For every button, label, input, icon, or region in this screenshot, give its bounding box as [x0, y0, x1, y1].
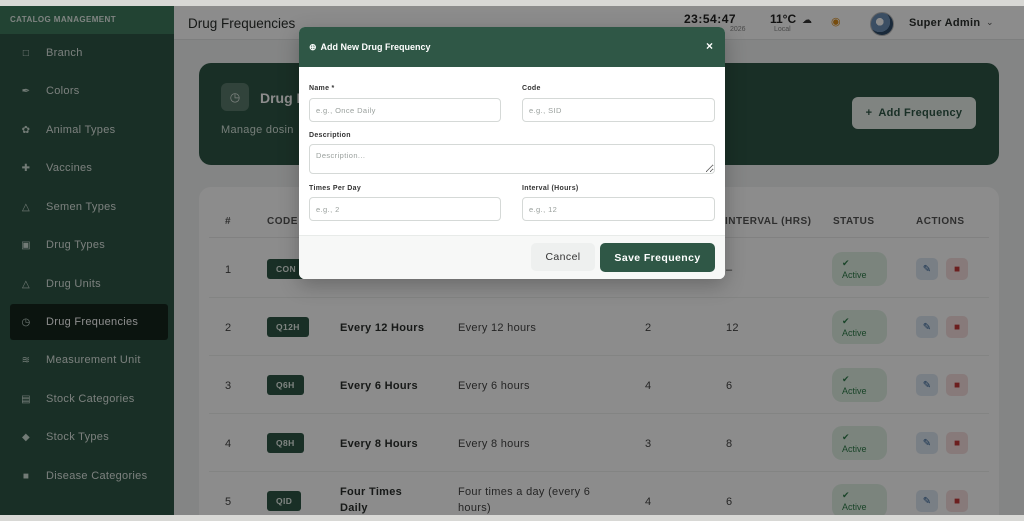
interval-hours-field[interactable]: [522, 197, 715, 221]
app-window: CATALOG MANAGEMENT □ Branch ✒ Colors ✿ A…: [0, 6, 1024, 515]
name-field[interactable]: [309, 98, 501, 122]
modal-header: ⊕ Add New Drug Frequency ×: [299, 27, 725, 67]
code-field[interactable]: [522, 98, 715, 122]
interval-hours-label: Interval (Hours): [522, 185, 579, 192]
description-label: Description: [309, 132, 351, 139]
modal-title: Add New Drug Frequency: [320, 42, 431, 52]
plus-circle-icon: ⊕: [309, 41, 317, 52]
cancel-button[interactable]: Cancel: [531, 243, 595, 271]
modal-footer: Cancel Save Frequency: [299, 236, 725, 279]
add-frequency-modal: ⊕ Add New Drug Frequency × Name * Code D…: [299, 27, 725, 279]
times-per-day-field[interactable]: [309, 197, 501, 221]
save-frequency-button[interactable]: Save Frequency: [600, 243, 715, 272]
close-icon[interactable]: ×: [706, 39, 713, 53]
times-per-day-label: Times Per Day: [309, 185, 362, 192]
description-field[interactable]: [309, 144, 715, 174]
code-label: Code: [522, 85, 541, 92]
name-label: Name *: [309, 85, 335, 92]
